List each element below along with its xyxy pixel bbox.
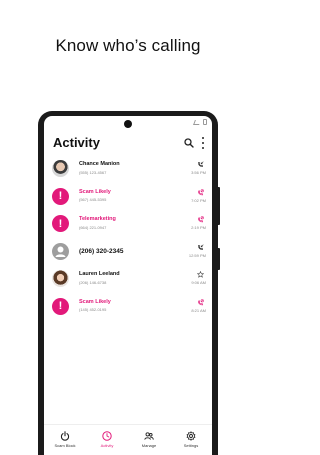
clock-icon xyxy=(102,431,112,441)
signal-icon xyxy=(193,119,201,125)
call-row[interactable]: (206) 320-2345 12:59 PM xyxy=(44,239,212,267)
app-bar: Activity xyxy=(44,130,212,156)
call-row[interactable]: Lauren Leeland (206) 146-6738 9:06 AM xyxy=(44,266,212,294)
scam-alert-icon: ! xyxy=(52,187,69,205)
caller-number: (206) 146-6738 xyxy=(79,279,107,285)
caller-number: (555) 123-4567 xyxy=(79,169,107,175)
nav-label: Scam Block xyxy=(54,443,76,448)
nav-label: Activity xyxy=(100,443,114,448)
incoming-call-icon xyxy=(198,161,204,167)
call-row[interactable]: ! Scam Likely (567) 445-5395 7:02 PM xyxy=(44,184,212,212)
scam-alert-icon: ! xyxy=(52,215,69,232)
search-icon[interactable] xyxy=(184,138,194,148)
caller-name: (206) 320-2345 xyxy=(79,247,124,255)
power-icon xyxy=(60,431,70,441)
blocked-call-icon xyxy=(198,298,204,305)
call-row[interactable]: Chance Manion (555) 123-4567 3:56 PM xyxy=(44,156,212,184)
call-list: Chance Manion (555) 123-4567 3:56 PM ! S… xyxy=(44,156,212,321)
caller-number: (145) 452-0195 xyxy=(79,307,107,312)
call-row[interactable]: ! Scam Likely (145) 452-0195 8:21 AM xyxy=(44,294,212,322)
nav-label: Manage xyxy=(141,443,157,448)
page-title: Activity xyxy=(53,135,100,150)
scam-alert-icon: ! xyxy=(52,297,69,315)
nav-label: Settings xyxy=(183,443,199,448)
people-icon xyxy=(144,432,154,440)
caller-name: Chance Manion xyxy=(79,161,120,167)
call-row[interactable]: ! Telemarketing (664) 221-0947 2:19 PM xyxy=(44,211,212,239)
nav-settings[interactable]: Settings xyxy=(171,425,211,448)
front-camera xyxy=(124,120,132,128)
phone-side-button xyxy=(217,248,220,270)
call-time: 12:59 PM xyxy=(188,252,206,258)
headline: Know who’s calling xyxy=(55,36,201,55)
blocked-call-icon xyxy=(198,216,204,223)
incoming-call-icon xyxy=(198,243,204,250)
more-options-icon[interactable] xyxy=(200,137,206,149)
phone-screen: Activity Chance Manion (555) 123-4567 3:… xyxy=(44,116,212,455)
gear-icon xyxy=(186,431,196,441)
blocked-call-icon xyxy=(198,188,204,195)
unknown-person-icon xyxy=(52,242,69,260)
avatar xyxy=(52,160,69,177)
caller-name: Scam Likely xyxy=(79,298,111,305)
status-bar xyxy=(193,119,207,125)
call-time: 9:06 AM xyxy=(191,280,206,285)
bottom-navigation: Scam Block Activity Manage Settings xyxy=(44,424,212,455)
phone-side-button xyxy=(217,187,220,225)
caller-name: Scam Likely xyxy=(79,188,111,195)
caller-number: (664) 221-0947 xyxy=(79,224,107,230)
caller-number: (567) 445-5395 xyxy=(79,197,107,202)
battery-icon xyxy=(203,119,207,125)
nav-scam-block[interactable]: Scam Block xyxy=(45,425,85,448)
call-time: 3:56 PM xyxy=(191,170,206,175)
caller-name: Lauren Leeland xyxy=(79,271,120,277)
nav-activity[interactable]: Activity xyxy=(87,425,127,448)
avatar xyxy=(52,270,69,287)
caller-name: Telemarketing xyxy=(79,216,116,222)
call-time: 2:19 PM xyxy=(191,225,206,230)
call-time: 7:02 PM xyxy=(191,197,206,203)
call-time: 8:21 AM xyxy=(191,307,206,313)
nav-manage[interactable]: Manage xyxy=(129,425,169,448)
star-icon[interactable] xyxy=(197,271,204,278)
